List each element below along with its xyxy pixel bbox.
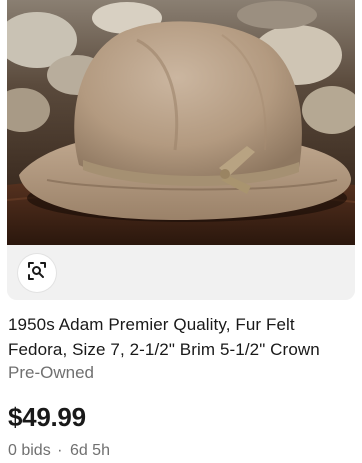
item-condition: Pre-Owned <box>8 363 94 382</box>
visual-search-button[interactable] <box>18 254 56 292</box>
visual-search-icon <box>27 261 47 286</box>
listing-title-line-2[interactable]: Fedora, Size 7, 2-1/2" Brim 5-1/2" Crown <box>8 337 356 362</box>
listing-meta: 0 bids · 6d 5h <box>8 440 110 462</box>
time-left: 6d 5h <box>69 442 110 459</box>
bid-count: 0 bids <box>8 442 51 459</box>
listing-media[interactable] <box>7 0 355 300</box>
meta-separator: · <box>57 442 63 459</box>
listing-photo[interactable] <box>7 0 355 245</box>
listing-card[interactable]: 1950s Adam Premier Quality, Fur Felt Fed… <box>0 0 362 463</box>
item-price: $49.99 <box>8 402 86 432</box>
listing-title[interactable]: 1950s Adam Premier Quality, Fur Felt Fed… <box>8 312 356 362</box>
listing-title-line-1[interactable]: 1950s Adam Premier Quality, Fur Felt <box>8 312 356 337</box>
media-footer <box>7 245 355 300</box>
